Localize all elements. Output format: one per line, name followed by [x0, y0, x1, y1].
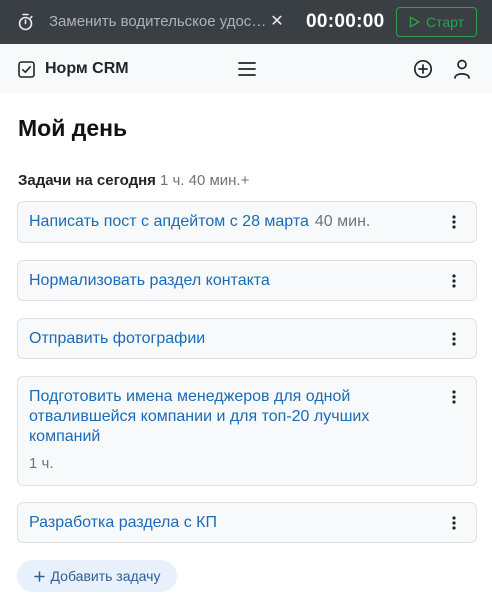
play-icon [409, 16, 420, 28]
kebab-icon[interactable] [448, 272, 460, 290]
section-label: Задачи на сегодня [18, 172, 156, 189]
plus-icon [33, 570, 45, 582]
add-task-label: Добавить задачу [50, 568, 161, 584]
close-icon[interactable]: ✕ [270, 13, 284, 31]
person-icon[interactable] [453, 59, 471, 79]
start-timer-button[interactable]: Старт [396, 7, 477, 37]
start-timer-label: Старт [425, 14, 465, 30]
navbar: Норм CRM [0, 44, 492, 93]
brand[interactable]: Норм CRM [18, 59, 129, 79]
task-title[interactable]: Написать пост с апдейтом с 28 марта 40 ми… [29, 212, 429, 232]
section-total-duration: 1 ч. 40 мин.+ [159, 172, 250, 189]
check-square-icon [18, 60, 35, 78]
timer-bar: Заменить водительское удостоверение ✕ 00… [0, 0, 492, 44]
add-task-button[interactable]: Добавить задачу [17, 560, 177, 592]
timer-display: 00:00:00 [306, 11, 385, 32]
kebab-icon[interactable] [448, 330, 460, 348]
section-heading: Задачи на сегодня 1 ч. 40 мин.+ [18, 171, 249, 191]
kebab-icon[interactable] [448, 388, 460, 406]
task-card: Разработка раздела с КП [17, 502, 477, 543]
hamburger-icon[interactable] [238, 61, 256, 77]
task-card: Отправить фотографии [17, 318, 477, 359]
task-title[interactable]: Подготовить имена менеджеров для одной о… [29, 387, 419, 447]
page-title: Мой день [18, 115, 128, 141]
brand-name: Норм CRM [45, 60, 129, 77]
task-card: Нормализовать раздел контакта [17, 260, 477, 301]
task-card: Подготовить имена менеджеров для одной о… [17, 376, 477, 486]
task-card: Написать пост с апдейтом с 28 марта 40 ми… [17, 201, 477, 243]
kebab-icon[interactable] [448, 514, 460, 532]
kebab-icon[interactable] [448, 213, 460, 231]
task-duration: 1 ч. [29, 455, 54, 472]
task-title[interactable]: Нормализовать раздел контакта [29, 271, 429, 291]
timer-task-title[interactable]: Заменить водительское удостоверение [49, 12, 267, 32]
task-title[interactable]: Разработка раздела с КП [29, 513, 429, 533]
stopwatch-icon [18, 13, 33, 31]
task-duration: 40 мин. [314, 213, 371, 230]
task-title[interactable]: Отправить фотографии [29, 329, 429, 349]
plus-circle-icon[interactable] [413, 59, 433, 79]
